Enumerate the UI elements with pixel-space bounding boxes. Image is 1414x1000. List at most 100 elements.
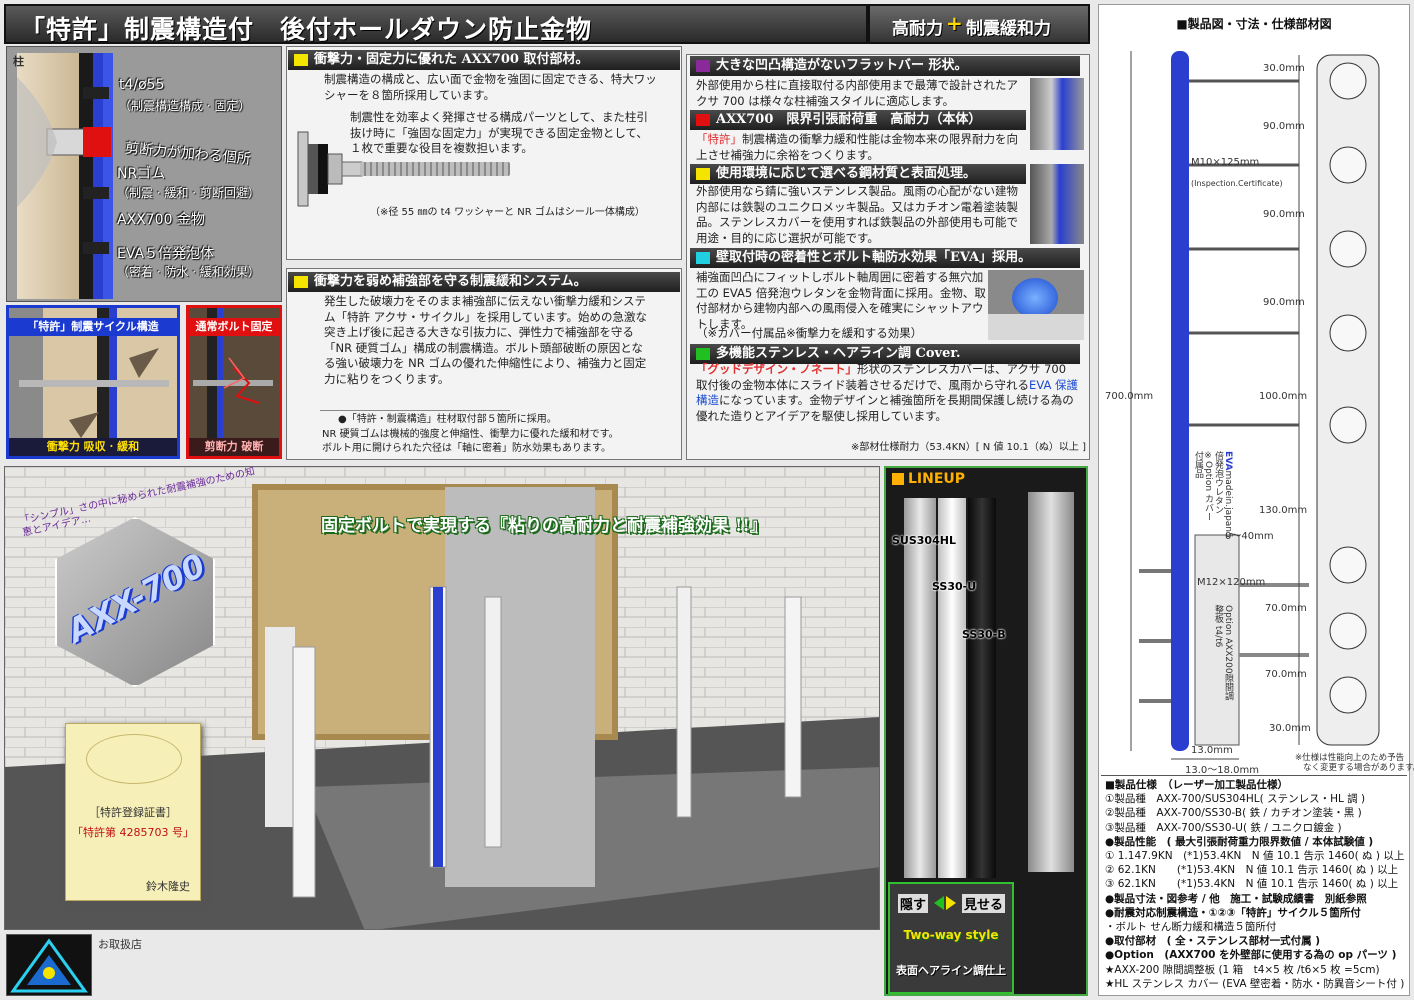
spec-line: ③製品種 AXX-700/SS30-U( 鉄 / ユニクロ鍍金 ) xyxy=(1105,821,1342,834)
spec-line: ●製品寸法・図参考 / 他 施工・試験成績書 別紙参照 xyxy=(1105,892,1367,905)
logo-mark xyxy=(10,938,88,993)
dim-130: 130.0mm xyxy=(1259,505,1308,516)
eva-vertical-label: EVAmadein.japan5 倍発泡ウレタン※Option カバー付属品 xyxy=(1193,451,1233,538)
dim-90-a: 90.0mm xyxy=(1263,121,1305,132)
patent-certificate: ［特許登録証書］ 「特許第 4285703 号」 鈴木隆史 xyxy=(65,723,201,901)
eva-sublabel: （密着 · 防水 · 緩和効果） xyxy=(117,265,260,279)
spec-line: ★AXX-200 隙間調整板 (1 箱 t4×5 枚 /t6×5 枚 =5cm) xyxy=(1105,963,1380,976)
sec7-highlight: 「グッドデザイン・ノネート」 xyxy=(696,362,857,376)
eva-origin: madein.japan xyxy=(1223,470,1233,533)
rubber-sublabel: （制震 · 緩和 · 剪断回避） xyxy=(117,186,260,200)
sec4-highlight: 「特許」 xyxy=(696,132,742,146)
sec2-heading: 衝撃力を弱め補強部を守る制震緩和システム。 xyxy=(288,272,680,292)
eva-label: EVA５倍発泡体 xyxy=(117,246,215,262)
spec-sheet: ■製品図・寸法・仕様部材図 30.0mm 90.0mm 90.0mm 90.0m… xyxy=(1098,4,1414,996)
yellow-square-icon xyxy=(294,276,308,288)
sec4-heading: AXX700 限界引張耐荷重 高耐力（本体） xyxy=(690,110,1026,130)
spec-line: ③ 62.1KN (*1)53.4KN N 値 10.1 告示 1460( ぬ … xyxy=(1105,878,1399,891)
sec1-note: （※径 55 ㎜の t4 ワッシャーと NR ゴムはシール一体構成） xyxy=(370,207,645,218)
patent-cycle-caption: 「特許」制震サイクル構造 xyxy=(9,318,177,336)
sec1-heading: 衝撃力・固定力に優れた AXX700 取付部材。 xyxy=(288,50,680,70)
patent-cycle-photo: 「特許」制震サイクル構造 衝撃力 吸収 · 緩和 xyxy=(6,305,180,459)
rubber-label: NRゴム xyxy=(117,166,166,182)
hide-label: 隠す xyxy=(898,894,929,913)
option-axx200: Option AXX200 xyxy=(1223,605,1233,674)
spec-line: ●取付部材 ( 全・ステンレス部材一式付属 ) xyxy=(1105,935,1321,948)
dim-100: 100.0mm xyxy=(1259,391,1308,402)
purple-square-icon xyxy=(696,60,710,72)
eva-option: ※Option カバー付属品 xyxy=(1193,451,1213,521)
patent-cycle-result: 衝撃力 吸収 · 緩和 xyxy=(9,438,177,456)
normal-bolt-photo: 通常ボルト固定 剪断力 破断 xyxy=(186,305,282,459)
dim-30-bottom: 30.0mm xyxy=(1269,723,1311,734)
normal-bolt-result: 剪断力 破断 xyxy=(189,438,279,456)
sec5-title: 使用環境に応じて選べる鋼材質と表面処理。 xyxy=(716,166,977,181)
sec7-title: 多機能ステンレス・ヘアライン調 Cover. xyxy=(716,346,961,361)
cross-section-diagram: 柱 t4/ø55 （制震構造構成 · 固定） 剪断力が加わる個所 NRゴム （制… xyxy=(6,46,282,302)
bolt-shaft-icon xyxy=(360,162,510,176)
dim-70-b: 70.0mm xyxy=(1265,669,1307,680)
model-ss30-u: SS30-U xyxy=(932,580,977,593)
sec7-footnote: ※部材仕様耐力（53.4KN）[ N 値 10.1（ぬ）以上 ] xyxy=(851,442,1086,453)
spec-line: ①製品種 AXX-700/SUS304HL( ステンレス・HL 調 ) xyxy=(1105,793,1366,806)
sec2-note2: NR 硬質ゴムは機械的強度と伸縮性、衝撃力に優れた緩和材です。 xyxy=(322,429,619,440)
dim-width-13: 13.0mm xyxy=(1191,745,1233,756)
spec-line: ●Option (AXX700 を外壁部に使用する為の op パーツ ) xyxy=(1105,949,1397,962)
page-title: 「特許」制震構造付 後付ホールダウン防止金物 xyxy=(20,15,593,44)
eva-seal-photo xyxy=(988,270,1084,340)
axx700-label: AXX700 金物 xyxy=(117,212,205,228)
spec-line: ★HL ステンレス カバー (EVA 壁密着・防水・防異音シート付 ) xyxy=(1105,977,1405,990)
show-label: 見せる xyxy=(962,894,1006,913)
hairline-finish: 表面ヘアライン調仕上 xyxy=(896,964,1006,977)
certificate-number: 「特許第 4285703 号」 xyxy=(72,826,194,839)
pillar-label: 柱 xyxy=(13,55,24,68)
sec1-paragraph1: 制震構造の構成と、広い面で金物を強固に固定できる、特大ワッシャーを８箇所採用して… xyxy=(324,72,657,102)
sec3-title: 大きな凹凸構造がないフラットバー 形状。 xyxy=(716,58,968,73)
sec6-paragraph: 補強面凹凸にフィットしボルト軸周囲に密着する無穴加工の EVA5 倍発泡ウレタン… xyxy=(696,270,986,331)
sec1-paragraph2: 制震性を効率よく発揮させる構成パーツとして、また柱引抜け時に「強固な固定力」が実… xyxy=(350,110,648,155)
bolt-m10-sub: (Inspection.Certificate) xyxy=(1191,179,1283,188)
washer-label: t4/ø55 xyxy=(119,77,165,93)
dim-90-b: 90.0mm xyxy=(1263,209,1305,220)
sec5-heading: 使用環境に応じて選べる鋼材質と表面処理。 xyxy=(690,164,1026,184)
spec-line: ●耐震対応制震構造・①②③「特許」サイクル５箇所付 xyxy=(1105,906,1361,919)
dim-700: 700.0mm xyxy=(1105,391,1154,402)
sec7-text2: になっています。金物デザインと補強箇所を長期間保護し続ける為の優れた造りとアイデ… xyxy=(696,393,1074,423)
product-ss30-b xyxy=(968,498,996,878)
spec-line: ② 62.1KN (*1)53.4KN N 値 10.1 告示 1460( ぬ … xyxy=(1105,864,1399,877)
title-bar: 「特許」制震構造付 後付ホールダウン防止金物 xyxy=(4,4,868,44)
eva-seal-base xyxy=(988,314,1084,340)
sec2-note1: ●「特許・制震構造」柱材取付部５箇所に採用。 xyxy=(338,414,557,425)
spec-line: ① 1.147.9KN (*1)53.4KN N 値 10.1 告示 1460(… xyxy=(1105,850,1405,862)
dim-90-c: 90.0mm xyxy=(1263,297,1305,308)
spec-change-note-2: なく変更する場合があります。 xyxy=(1303,763,1414,773)
certificate-title: ［特許登録証書］ xyxy=(89,806,177,819)
sec4-text: 制震構造の衝撃力緩和性能は金物本来の限界耐力を向上させ補強力に余裕をつくります。 xyxy=(696,132,1018,162)
scene-headline: 固定ボルトで実現する『粘りの高耐力と耐震補強効果 !!』 xyxy=(321,516,767,536)
tagline-damping: 制震緩和力 xyxy=(966,19,1051,39)
product-cover xyxy=(1028,492,1074,872)
red-square-icon xyxy=(696,114,710,126)
washer-sublabel: （制震構造構成 · 固定） xyxy=(119,99,251,113)
sec1-title: 衝撃力・固定力に優れた AXX700 取付部材。 xyxy=(314,52,589,67)
sec6-heading: 壁取付時の密着性とボルト軸防水効果「EVA」採用。 xyxy=(690,248,1080,268)
sec6-note: （※カバー付属品※衝撃力を緩和する効果） xyxy=(696,326,923,340)
sec7-heading: 多機能ステンレス・ヘアライン調 Cover. xyxy=(690,344,1080,364)
tagline-plus: + xyxy=(946,11,963,35)
yellow-square-icon xyxy=(294,54,308,66)
sec2-paragraph: 発生した破壊力をそのまま補強部に伝えない衝撃力緩和システム「特許 アクサ・サイク… xyxy=(324,294,648,386)
arrow-right-icon xyxy=(946,896,956,910)
two-way-style: Two-way style xyxy=(903,928,999,942)
model-sus304hl: SUS304HL xyxy=(892,534,956,547)
sec2-note3: ボルト用に開けられた穴径は「軸に密着」防水効果もあります。 xyxy=(322,443,611,454)
installation-scene: 固定ボルトで実現する『粘りの高耐力と耐震補強効果 !!』 AXX-700 「シン… xyxy=(4,466,880,930)
title-tagline: 高耐力 + 制震緩和力 xyxy=(868,4,1090,44)
lineup-panel: LINEUP SUS304HL SS30-U SS30-B 隠す 見せる Two… xyxy=(884,466,1088,996)
green-square-icon xyxy=(696,348,710,360)
option-vertical-label: Option AXX200隙間調整板 t4/t6 xyxy=(1211,605,1233,705)
cyan-square-icon xyxy=(696,252,710,264)
sec7-paragraph: 「グッドデザイン・ノネート」形状のステンレスカバーは、アクサ 700 取付後の金… xyxy=(696,362,1080,424)
two-way-box: 隠す 見せる Two-way style 表面ヘアライン調仕上 xyxy=(888,882,1014,994)
product-sus304hl xyxy=(904,498,936,878)
sec4-title: AXX700 限界引張耐荷重 高耐力（本体） xyxy=(716,112,982,127)
